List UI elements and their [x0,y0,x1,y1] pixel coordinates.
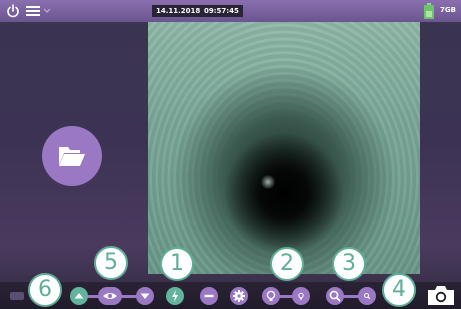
callout-3: 3 [332,247,366,281]
camera-icon[interactable] [426,283,456,307]
device-screen: 14.11.2018 09:57:45 7GB 1 2 3 4 5 6 [0,0,461,309]
up-button[interactable] [70,287,88,305]
date-display: 14.11.2018 [152,5,205,17]
top-bar: 14.11.2018 09:57:45 7GB [0,0,461,22]
chevron-down-icon [44,8,50,13]
left-indicator [10,292,24,300]
bulb-small-icon [298,292,304,300]
light-low-button[interactable] [292,287,310,305]
callout-2: 2 [270,247,304,281]
flash-button[interactable] [166,287,184,305]
down-button[interactable] [136,287,154,305]
zoom-large-icon [329,290,341,302]
flash-icon [172,290,178,302]
storage-display: 7GB [440,6,456,14]
settings-button[interactable] [230,287,248,305]
gallery-button[interactable] [42,126,102,186]
zoom-small-icon [364,293,371,300]
camera-glare [260,175,276,189]
time-display: 09:57:45 [200,5,243,17]
callout-1: 1 [160,247,194,281]
minus-icon [204,294,214,298]
camera-view [148,22,420,274]
battery-icon [424,3,434,19]
eye-icon [103,293,117,299]
light-high-button[interactable] [262,287,280,305]
callout-5: 5 [94,246,128,280]
minus-button[interactable] [200,287,218,305]
zoom-in-button[interactable] [326,287,344,305]
callout-4: 4 [382,273,416,307]
menu-icon[interactable] [26,6,40,16]
triangle-down-icon [140,293,150,299]
gear-icon [233,290,245,302]
triangle-up-icon [74,293,84,299]
zoom-out-button[interactable] [358,287,376,305]
view-button[interactable] [98,287,122,305]
callout-6: 6 [28,273,62,307]
power-icon[interactable] [6,4,20,18]
folder-icon [59,147,85,166]
bulb-large-icon [266,290,276,301]
